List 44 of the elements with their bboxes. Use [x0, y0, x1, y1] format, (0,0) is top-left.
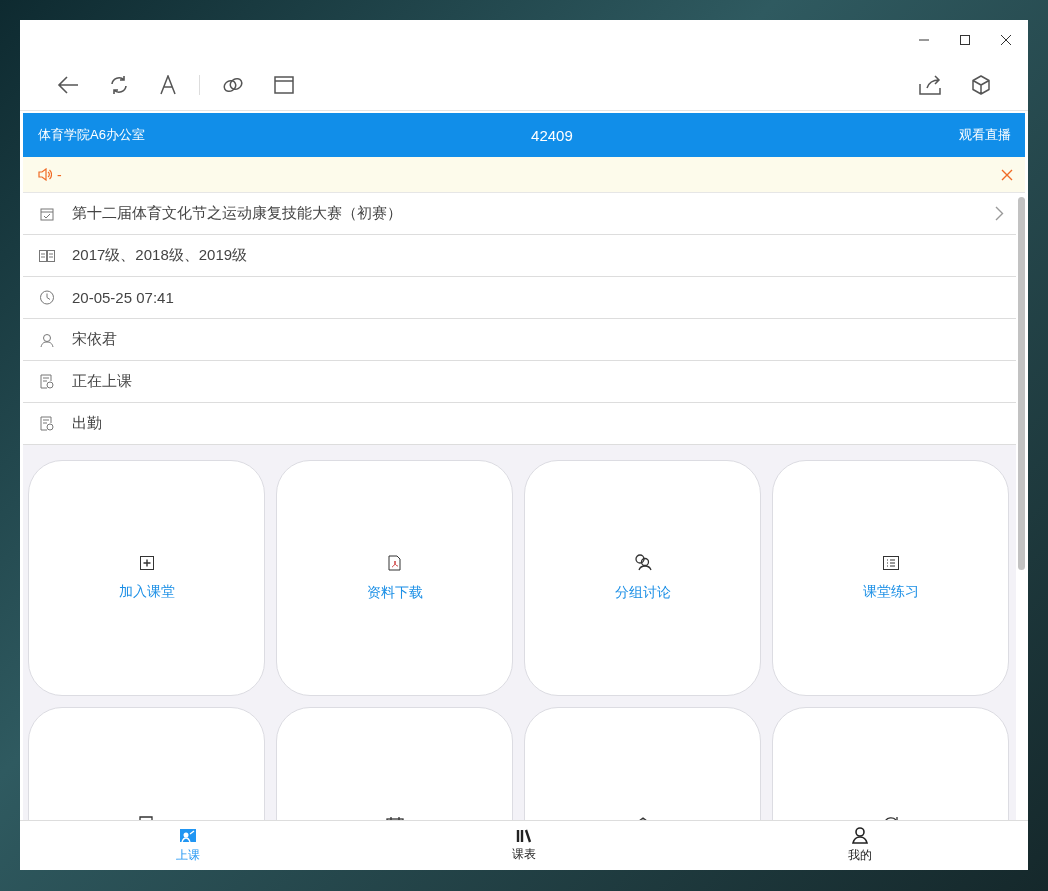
close-icon[interactable]: [1000, 34, 1012, 46]
tile-label: 加入课堂: [118, 582, 175, 601]
list-icon: [882, 555, 899, 570]
browser-window-icon[interactable]: [274, 76, 294, 94]
room-name: 体育学院A6办公室: [38, 126, 145, 144]
books-icon: [516, 828, 532, 843]
maximize-icon[interactable]: [959, 34, 971, 46]
tile-label: 课堂练习: [862, 582, 919, 601]
feature-tile[interactable]: 资料下载: [276, 460, 513, 696]
speaker-icon: [38, 168, 52, 181]
back-arrow-icon[interactable]: [57, 75, 79, 95]
font-letter-icon[interactable]: [159, 75, 177, 95]
detail-text: 20-05-25 07:41: [72, 289, 175, 306]
feature-tile[interactable]: 课堂练习: [772, 460, 1009, 696]
detail-text: 出勤: [72, 414, 103, 433]
detail-text: 第十二届体育文化节之运动康复技能大赛（初赛）: [72, 204, 403, 223]
tile-label: 资料下载: [366, 583, 423, 602]
document-clock-icon: [39, 374, 55, 389]
share-icon[interactable]: [919, 75, 941, 95]
detail-text: 宋依君: [72, 330, 118, 349]
teaching-board-icon: [179, 827, 197, 844]
document-clock-icon: [39, 416, 55, 431]
cube-icon[interactable]: [971, 75, 991, 95]
pdf-file-icon: [388, 554, 401, 571]
event-row[interactable]: 第十二届体育文化节之运动康复技能大赛（初赛）: [23, 193, 1016, 235]
plus-square-icon: [139, 555, 154, 570]
tile-label: 分组讨论: [614, 584, 671, 602]
detail-text: 正在上课: [72, 372, 133, 391]
open-book-icon: [39, 249, 55, 262]
feature-tile[interactable]: 加入课堂: [28, 460, 265, 696]
refresh-icon[interactable]: [109, 75, 129, 95]
class-code: 42409: [531, 126, 573, 144]
feature-tile[interactable]: 分组讨论: [524, 460, 761, 696]
chevron-right-icon: [995, 206, 1004, 221]
detail-text: 2017级、2018级、2019级: [72, 246, 249, 265]
scrollbar-thumb[interactable]: [1018, 197, 1025, 570]
people-icon: [633, 554, 652, 571]
notice-text: -: [57, 166, 62, 183]
calendar-check-icon: [39, 206, 55, 221]
person-icon: [852, 827, 868, 844]
watch-live-link[interactable]: 观看直播: [959, 126, 1011, 144]
person-icon: [39, 332, 55, 347]
clock-icon: [39, 290, 55, 305]
link-icon[interactable]: [222, 76, 244, 94]
